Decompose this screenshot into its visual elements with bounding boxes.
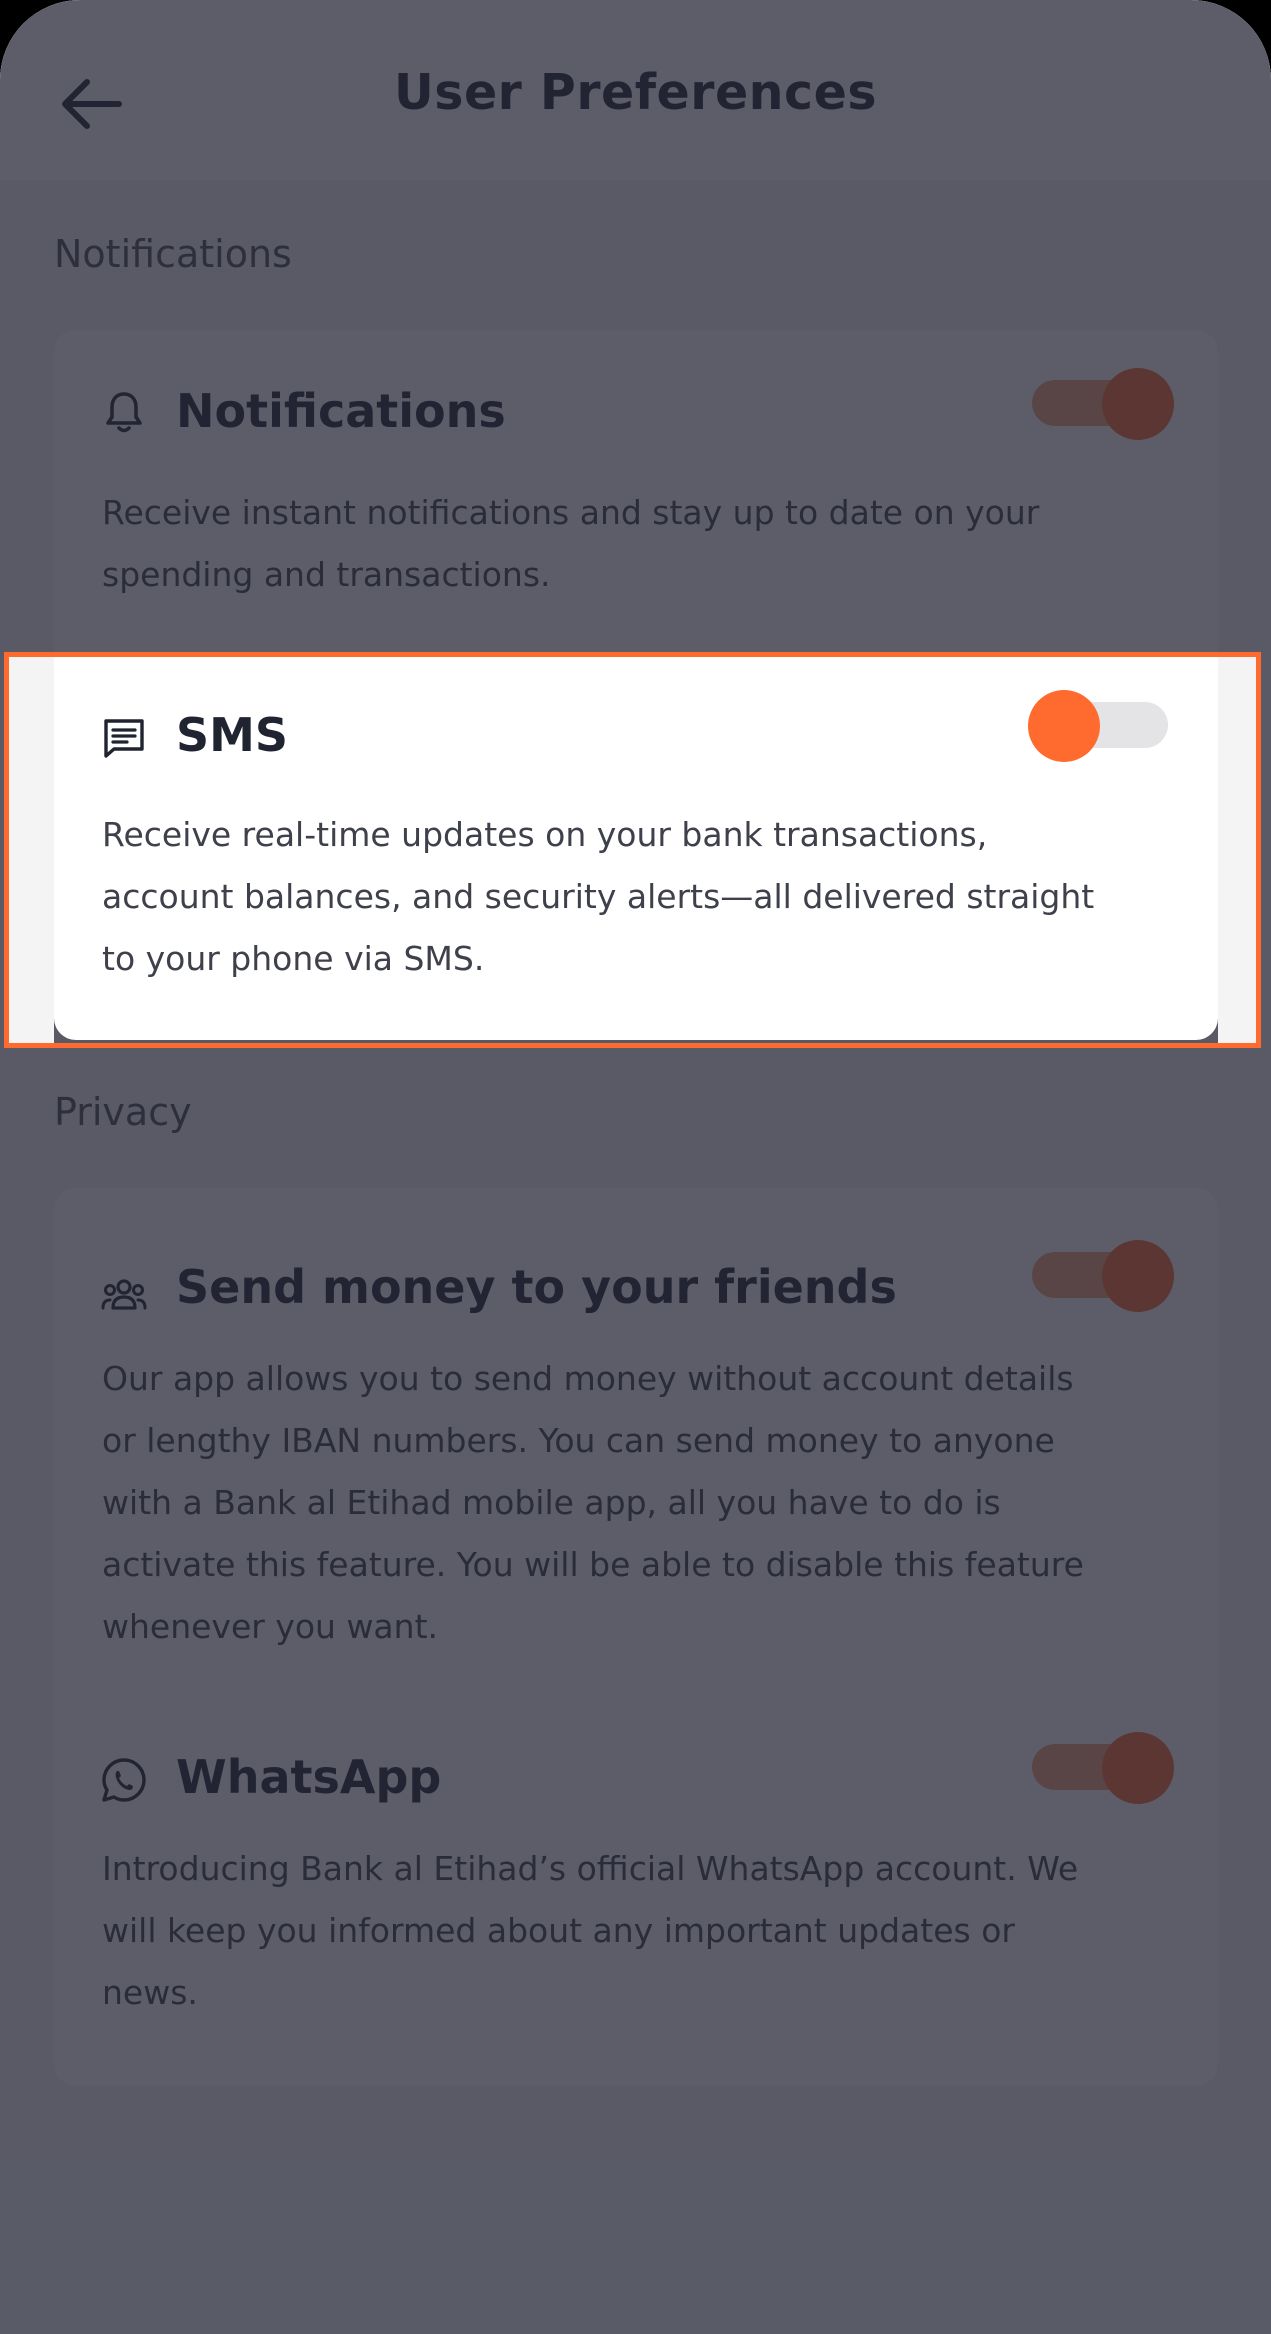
- toggle-thumb: [1102, 1732, 1174, 1804]
- toggle-thumb: [1102, 368, 1174, 440]
- bell-icon: [100, 388, 148, 436]
- screen: User Preferences Notifications Notificat…: [0, 0, 1271, 2334]
- whatsapp-icon: [100, 1756, 148, 1804]
- toggle-thumb: [1102, 1240, 1174, 1312]
- preference-description: Receive instant notifications and stay u…: [102, 493, 1040, 594]
- send-money-toggle[interactable]: [1030, 1240, 1174, 1312]
- preference-description: Introducing Bank al Etihad’s official Wh…: [102, 1849, 1079, 2012]
- preference-title: Send money to your friends: [176, 1260, 897, 1314]
- section-title-notifications: Notifications: [54, 232, 292, 276]
- privacy-card: Send money to your friends Our app allow…: [54, 1188, 1218, 2086]
- preference-item-whatsapp: WhatsApp Introducing Bank al Etihad’s of…: [54, 1700, 1218, 2080]
- notifications-toggle[interactable]: [1030, 368, 1174, 440]
- whatsapp-toggle[interactable]: [1030, 1732, 1174, 1804]
- preference-title: WhatsApp: [176, 1750, 442, 1804]
- preference-description: Our app allows you to send money without…: [102, 1359, 1084, 1646]
- preference-item-send-money: Send money to your friends Our app allow…: [54, 1188, 1218, 1688]
- highlight-frame: [4, 652, 1261, 1048]
- section-title-privacy: Privacy: [54, 1090, 192, 1134]
- page-title: User Preferences: [394, 64, 877, 121]
- people-icon: [100, 1270, 148, 1318]
- preference-title: Notifications: [176, 384, 506, 438]
- app-bar: User Preferences: [0, 0, 1271, 180]
- preference-item-notifications: Notifications Receive instant notificati…: [54, 330, 1218, 650]
